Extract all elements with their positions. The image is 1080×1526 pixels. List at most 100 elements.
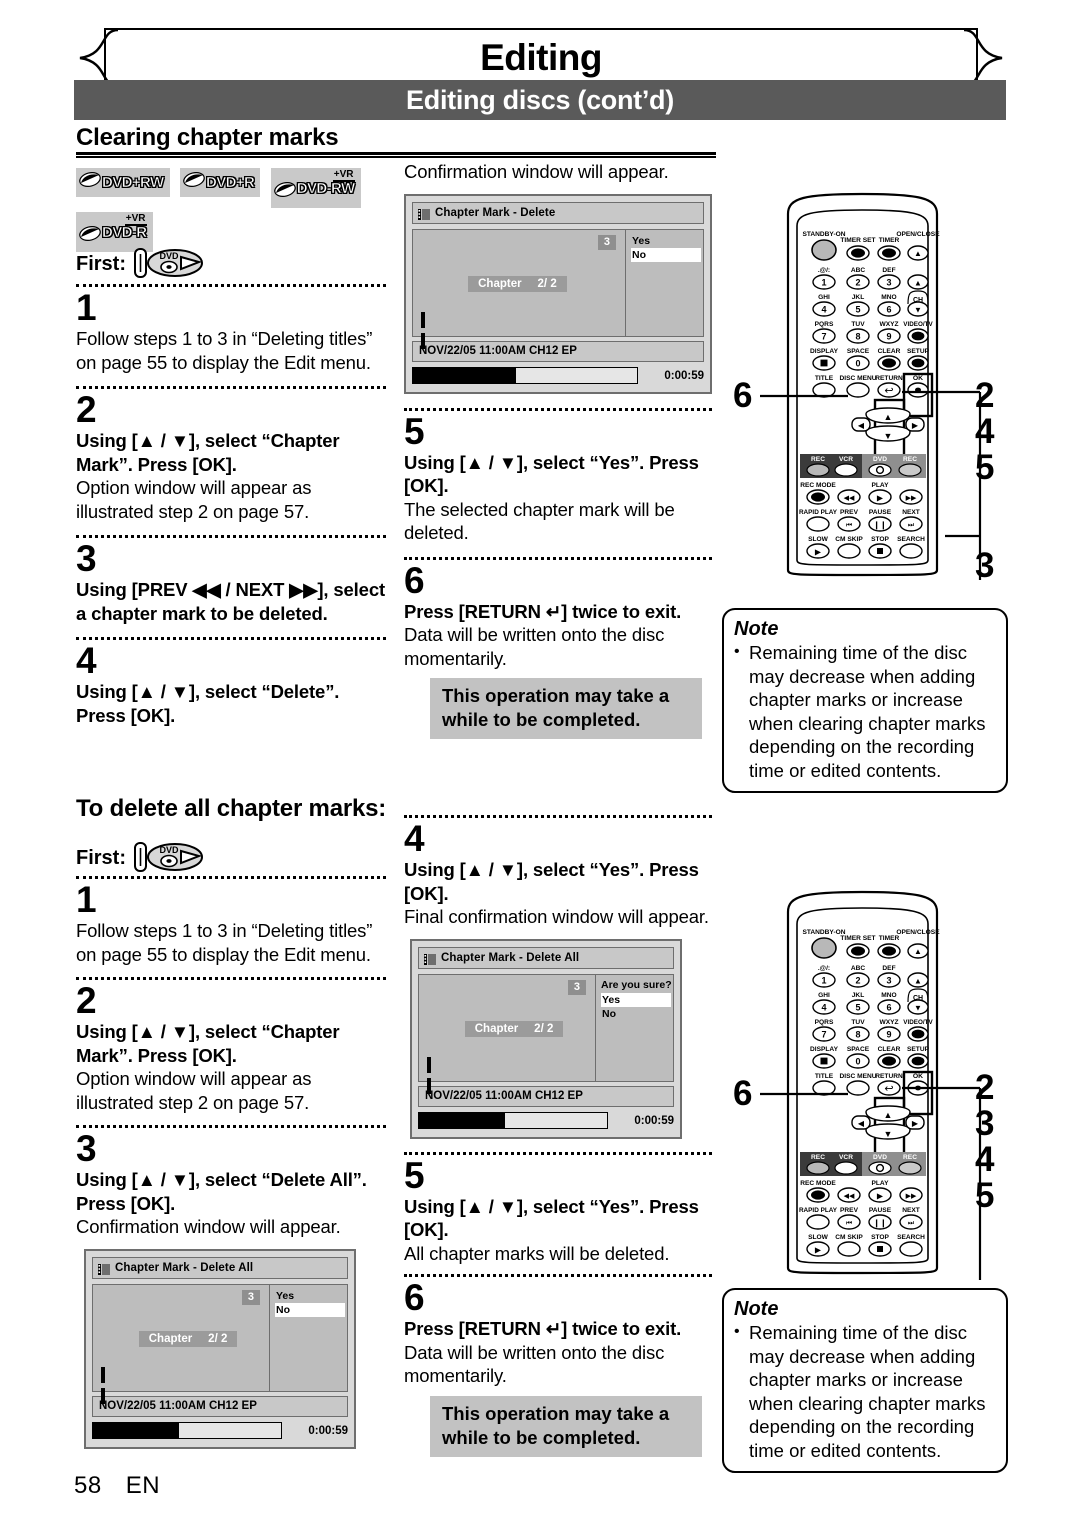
step-text: The selected chapter mark will be delete… — [404, 498, 675, 544]
operation-note-line2: while to be completed. — [442, 1426, 641, 1448]
callout-5-top-right: 5 — [975, 448, 995, 487]
tv-video-area: 3 Chapter 2/ 2 — [419, 975, 595, 1094]
step-number: 2 — [76, 389, 97, 430]
step-block: 4 Using [▲ / ▼], select “Yes”. Press [OK… — [404, 815, 712, 929]
progress-bar — [418, 1112, 608, 1129]
note-bullet: Remaining time of the disc may decrease … — [734, 640, 994, 782]
page-footer: 58 EN — [74, 1472, 160, 1500]
step-number: 1 — [76, 287, 97, 328]
mid-intro-text: Confirmation window will appear. — [404, 161, 669, 182]
note-box-top: Note Remaining time of the disc may decr… — [722, 608, 1008, 793]
step-action: Using [▲ / ▼], select “Delete”. Press [O… — [76, 681, 340, 726]
dvd-disc-insert-icon: DVD — [133, 838, 207, 879]
chapter-indicator: Chapter 2/ 2 — [468, 276, 567, 293]
step-number: 3 — [76, 1128, 97, 1169]
step-text: Data will be written onto the disc momen… — [404, 1341, 665, 1387]
step-divider — [404, 815, 712, 818]
callout-5-bottom-right: 5 — [975, 1176, 995, 1215]
callout-6-bottom-left: 6 — [733, 1074, 753, 1113]
menu-option-yes[interactable]: Yes — [601, 992, 671, 1007]
menu-option-yes[interactable]: Yes — [275, 1289, 347, 1303]
step-divider — [404, 407, 712, 411]
tv-screen-delete: Chapter Mark - Delete 3 Chapter 2/ 2 Yes… — [404, 193, 712, 394]
step-action: Using [▲ / ▼], select “Yes”. Press [OK]. — [404, 451, 699, 497]
step-block: 1 Follow steps 1 to 3 in “Deleting title… — [76, 284, 386, 374]
operation-note-line1: This operation may take a — [442, 685, 670, 706]
pause-icon — [427, 1056, 439, 1094]
chapter-banner: Editing — [78, 28, 1004, 88]
disc-logo-dvd-plus-r: DVD+R — [180, 168, 261, 197]
disc-icon — [183, 172, 205, 187]
callout-4-top-right: 4 — [975, 412, 995, 451]
step-number: 5 — [404, 410, 425, 452]
tv-titlebar: Chapter Mark - Delete — [412, 201, 704, 224]
step-number: 6 — [404, 1277, 425, 1318]
disc-logo-dvd-minus-rw: +VR DVD-RW — [270, 168, 361, 208]
step-number: 1 — [76, 879, 97, 920]
step-block: 5 Using [▲ / ▼], select “Yes”. Press [OK… — [404, 407, 712, 545]
step-action: Using [PREV ◀◀ / NEXT ▶▶], select a chap… — [76, 579, 385, 624]
step-block: 2 Using [▲ / ▼], select “Chapter Mark”. … — [76, 386, 386, 523]
step-divider — [76, 876, 386, 879]
chapter-mark-icon — [424, 952, 436, 965]
tv-option-menu[interactable]: Are you sure? Yes No — [595, 974, 673, 1081]
tv-progress-row: 0:00:59 — [418, 1111, 674, 1131]
menu-option-yes[interactable]: Yes — [631, 234, 703, 248]
pause-icon — [421, 311, 433, 349]
disc-icon — [273, 182, 296, 197]
step-divider — [76, 637, 386, 640]
tv-titlebar: Chapter Mark - Delete All — [92, 1256, 348, 1279]
disc-logo-dvd-plus-rw: DVD+RW — [76, 168, 170, 197]
first-row-section1: First: DVD — [76, 244, 207, 285]
step-block: 4 Using [▲ / ▼], select “Delete”. Press … — [76, 637, 386, 727]
callout-3-bottom-right: 3 — [975, 1104, 995, 1143]
step-number: 6 — [404, 559, 425, 601]
confirm-question: Are you sure? — [601, 978, 672, 991]
menu-option-no[interactable]: No — [275, 1302, 345, 1317]
operation-note-line2: while to be completed. — [442, 709, 641, 730]
tv-body: 3 Chapter 2/ 2 Are you sure? Yes No — [418, 973, 674, 1094]
first-label: First: — [76, 847, 126, 869]
disc-logo-group: DVD+RW DVD+R +VR DVD-RW +VR DVD-R — [76, 168, 376, 256]
note-bullet: Remaining time of the disc may decrease … — [734, 1320, 994, 1462]
tv-titlebar: Chapter Mark - Delete All — [418, 946, 674, 969]
step-text: All chapter marks will be deleted. — [404, 1242, 670, 1264]
disc-logo-label: DVD-RW — [296, 180, 355, 198]
step-divider — [404, 1274, 712, 1277]
svg-text:DVD: DVD — [159, 251, 179, 261]
note-title: Note — [734, 618, 779, 640]
section2-left-steps: 1 Follow steps 1 to 3 in “Deleting title… — [76, 876, 386, 1449]
step-number: 3 — [76, 538, 97, 579]
callout-6-top-left: 6 — [733, 376, 753, 415]
note-title: Note — [734, 1298, 779, 1320]
disc-logo-label: DVD-R — [102, 224, 148, 242]
tv-option-menu[interactable]: Yes No — [269, 1284, 347, 1391]
menu-option-no[interactable]: No — [631, 247, 701, 262]
page-number: 58 — [74, 1472, 102, 1499]
step-number: 2 — [76, 980, 97, 1021]
step-number: 5 — [404, 1154, 425, 1196]
step-action: Using [▲ / ▼], select “Delete All”. Pres… — [76, 1169, 367, 1214]
menu-option-no[interactable]: No — [601, 1007, 673, 1021]
tv-info-text: NOV/22/05 11:00AM CH12 EP — [425, 1090, 583, 1102]
tv-video-area: 3 Chapter 2/ 2 — [413, 230, 625, 349]
step-text: Option window will appear as illustrated… — [76, 1068, 312, 1113]
tv-option-menu[interactable]: Yes No — [625, 229, 703, 336]
pause-icon — [101, 1366, 113, 1404]
step-text: Data will be written onto the disc momen… — [404, 624, 665, 669]
chapter-mark-icon — [98, 1262, 110, 1275]
disc-icon — [79, 226, 101, 241]
step-divider — [76, 535, 386, 538]
tv-title-text: Chapter Mark - Delete All — [115, 1261, 254, 1274]
tv-progress-row: 0:00:59 — [92, 1421, 348, 1441]
step-action: Press [RETURN ↵] twice to exit. — [404, 1318, 682, 1339]
step-action: Using [▲ / ▼], select “Yes”. Press [OK]. — [404, 859, 699, 904]
operation-note-box: This operation may take a while to be co… — [430, 678, 702, 739]
disc-logo-vr-tag: +VR — [332, 169, 355, 182]
callout-4-bottom-right: 4 — [975, 1140, 995, 1179]
step-divider — [76, 284, 386, 287]
step-divider — [404, 1151, 712, 1155]
disc-logo-label: DVD+R — [206, 174, 255, 192]
step-block: 2 Using [▲ / ▼], select “Chapter Mark”. … — [76, 977, 386, 1114]
progress-bar — [92, 1422, 282, 1439]
